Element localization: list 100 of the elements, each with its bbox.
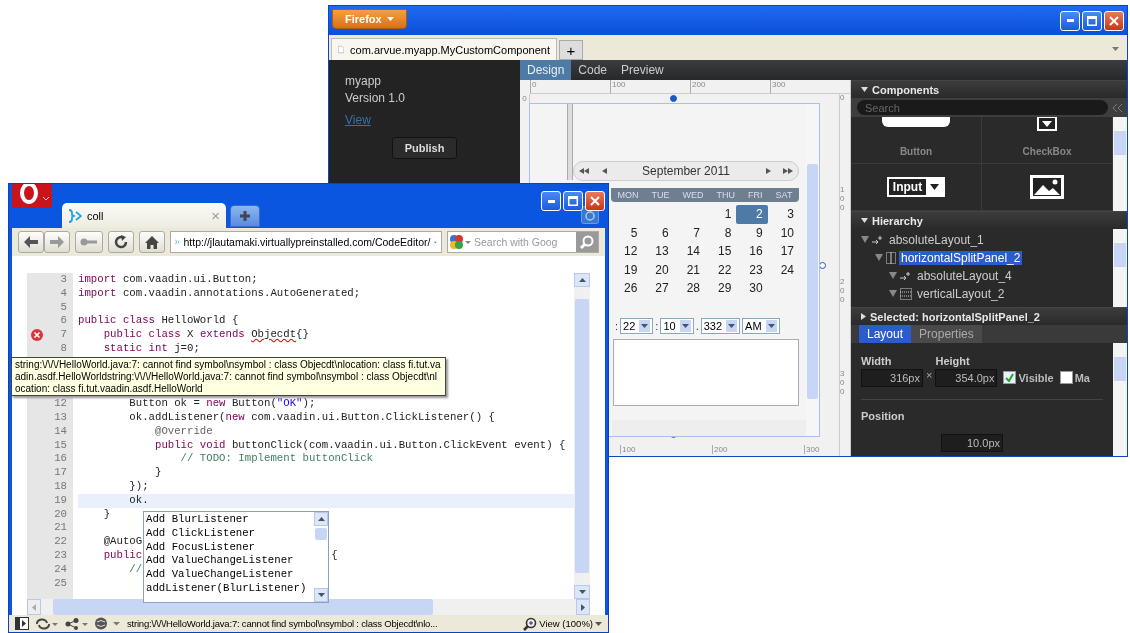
palette-item[interactable]: CheckBox xyxy=(982,117,1113,164)
browser-tab[interactable]: coll × xyxy=(62,203,226,228)
calendar-day[interactable]: 28 xyxy=(673,279,705,298)
time-select[interactable]: AM xyxy=(742,317,780,334)
calendar-day[interactable]: 1 xyxy=(705,205,737,224)
position-field[interactable]: 10.0px xyxy=(941,434,1003,452)
time-select[interactable]: 22 xyxy=(620,317,654,334)
editor-tab[interactable]: Preview xyxy=(614,60,671,80)
search-field[interactable]: Search xyxy=(857,100,1108,115)
calendar-day[interactable]: 19 xyxy=(611,260,643,279)
palette-item[interactable]: Input xyxy=(851,164,982,211)
calendar-day[interactable]: 3 xyxy=(767,205,799,224)
time-select[interactable]: 332 xyxy=(700,317,741,334)
reload-button[interactable] xyxy=(108,231,134,253)
close-button[interactable] xyxy=(585,191,605,211)
dropdown-arrow-icon[interactable] xyxy=(1112,47,1119,51)
scrollbar-thumb[interactable] xyxy=(315,528,327,540)
calendar-day[interactable]: 24 xyxy=(767,260,799,279)
scrollbar[interactable] xyxy=(1113,343,1127,456)
calendar-day[interactable]: 23 xyxy=(736,260,768,279)
tree-item[interactable]: verticalLayout_2 xyxy=(915,287,1007,301)
calendar-day[interactable]: 29 xyxy=(705,279,737,298)
globe-icon[interactable] xyxy=(95,617,121,630)
editor-tab[interactable]: Design xyxy=(520,60,572,80)
calendar-day[interactable]: 26 xyxy=(611,279,643,298)
calendar-day[interactable]: 13 xyxy=(642,242,674,261)
address-bar[interactable]: http://jlautamaki.virtuallypreinstalled.com/CodeEditor/ xyxy=(170,231,442,253)
search-box[interactable]: Search with Goog xyxy=(447,231,599,253)
panel-tab[interactable]: Layout xyxy=(859,325,912,343)
calendar-day[interactable]: 8 xyxy=(705,223,737,242)
calendar-day[interactable]: 16 xyxy=(736,242,768,261)
calendar-day[interactable]: 14 xyxy=(673,242,705,261)
down-arrow-icon[interactable] xyxy=(578,590,586,594)
width-field[interactable]: 316px xyxy=(861,369,923,387)
calendar-day[interactable]: 20 xyxy=(642,260,674,279)
calendar-day[interactable]: 27 xyxy=(642,279,674,298)
publish-button[interactable]: Publish xyxy=(391,137,458,159)
scrollbar[interactable] xyxy=(27,599,590,615)
tree-item[interactable]: absoluteLayout_4 xyxy=(915,269,1014,283)
down-arrow-icon[interactable] xyxy=(317,593,325,597)
right-arrow-icon[interactable] xyxy=(581,603,585,611)
up-arrow-icon[interactable] xyxy=(317,517,325,521)
calendar-day[interactable]: 6 xyxy=(642,223,674,242)
autocomplete-item[interactable]: Add ValueChangeListener xyxy=(146,554,312,569)
height-field[interactable]: 354.0px xyxy=(935,369,998,387)
back-button[interactable] xyxy=(18,231,44,253)
scrollbar[interactable] xyxy=(314,512,328,602)
sync-icon[interactable] xyxy=(35,617,59,630)
calendar-day[interactable]: 9 xyxy=(736,223,768,242)
zoom-button[interactable]: View (100%) xyxy=(523,616,602,631)
autocomplete-item[interactable]: Add BlurListener xyxy=(146,513,312,527)
scrollbar[interactable] xyxy=(1113,229,1127,307)
scrollbar[interactable] xyxy=(1113,117,1127,211)
expanded-arrow-icon[interactable] xyxy=(889,272,897,280)
calendar-day[interactable]: 15 xyxy=(705,242,737,261)
browser-tab[interactable]: com.arvue.myapp.MyCustomComponent xyxy=(331,38,557,60)
maximize-button[interactable] xyxy=(563,191,583,211)
close-button[interactable] xyxy=(1104,10,1124,31)
minimize-button[interactable] xyxy=(1060,10,1080,31)
scrollbar[interactable] xyxy=(574,273,590,599)
palette-item[interactable]: Button xyxy=(851,117,982,164)
calendar-day[interactable]: 5 xyxy=(611,223,643,242)
scrollbar[interactable] xyxy=(612,420,806,436)
splitter-handle[interactable] xyxy=(567,104,573,180)
expanded-arrow-icon[interactable] xyxy=(889,290,897,298)
new-tab-button[interactable] xyxy=(230,205,260,227)
calendar-day[interactable]: 7 xyxy=(673,223,705,242)
search-button[interactable] xyxy=(576,232,598,252)
time-select[interactable]: 10 xyxy=(660,317,694,334)
expanded-arrow-icon[interactable] xyxy=(875,254,883,262)
editor-tab[interactable]: Code xyxy=(571,60,615,80)
new-tab-button[interactable]: + xyxy=(559,40,583,60)
tree-item[interactable]: absoluteLayout_1 xyxy=(887,233,986,247)
calendar-day[interactable]: 2 xyxy=(736,205,768,224)
collapse-icon[interactable] xyxy=(1113,103,1122,112)
calendar-day[interactable]: 10 xyxy=(767,223,799,242)
calendar-day[interactable]: 21 xyxy=(673,260,705,279)
checkbox[interactable] xyxy=(1059,371,1073,384)
home-button[interactable] xyxy=(139,231,165,253)
calendar-day[interactable]: 30 xyxy=(736,279,768,298)
calendar-day[interactable]: 22 xyxy=(705,260,737,279)
key-button[interactable] xyxy=(75,231,103,253)
panel-tab[interactable]: Properties xyxy=(911,325,982,343)
autocomplete-item[interactable]: Add ValueChangeListener xyxy=(146,568,312,582)
panel-toggle-icon[interactable] xyxy=(15,617,29,630)
autocomplete-item[interactable]: Add ClickListener xyxy=(146,526,312,541)
tree-item[interactable]: horizontalSplitPanel_2 xyxy=(899,251,1023,265)
expanded-arrow-icon[interactable] xyxy=(861,236,869,244)
share-icon[interactable] xyxy=(65,617,89,630)
panel-header[interactable]: Components xyxy=(851,80,1127,98)
resize-handle[interactable] xyxy=(670,95,677,102)
panel-header[interactable]: Selected: horizontalSplitPanel_2 xyxy=(851,307,1127,325)
maximize-button[interactable] xyxy=(1082,10,1102,31)
up-arrow-icon[interactable] xyxy=(578,278,586,282)
checkbox[interactable] xyxy=(1003,371,1017,384)
minimize-button[interactable] xyxy=(541,191,561,211)
autocomplete-item[interactable]: Add FocusListener xyxy=(146,540,312,555)
opera-logo-icon[interactable] xyxy=(12,184,52,208)
autocomplete-item[interactable]: addListener(BlurListener) xyxy=(146,582,312,596)
panel-header[interactable]: Hierarchy xyxy=(851,211,1127,229)
